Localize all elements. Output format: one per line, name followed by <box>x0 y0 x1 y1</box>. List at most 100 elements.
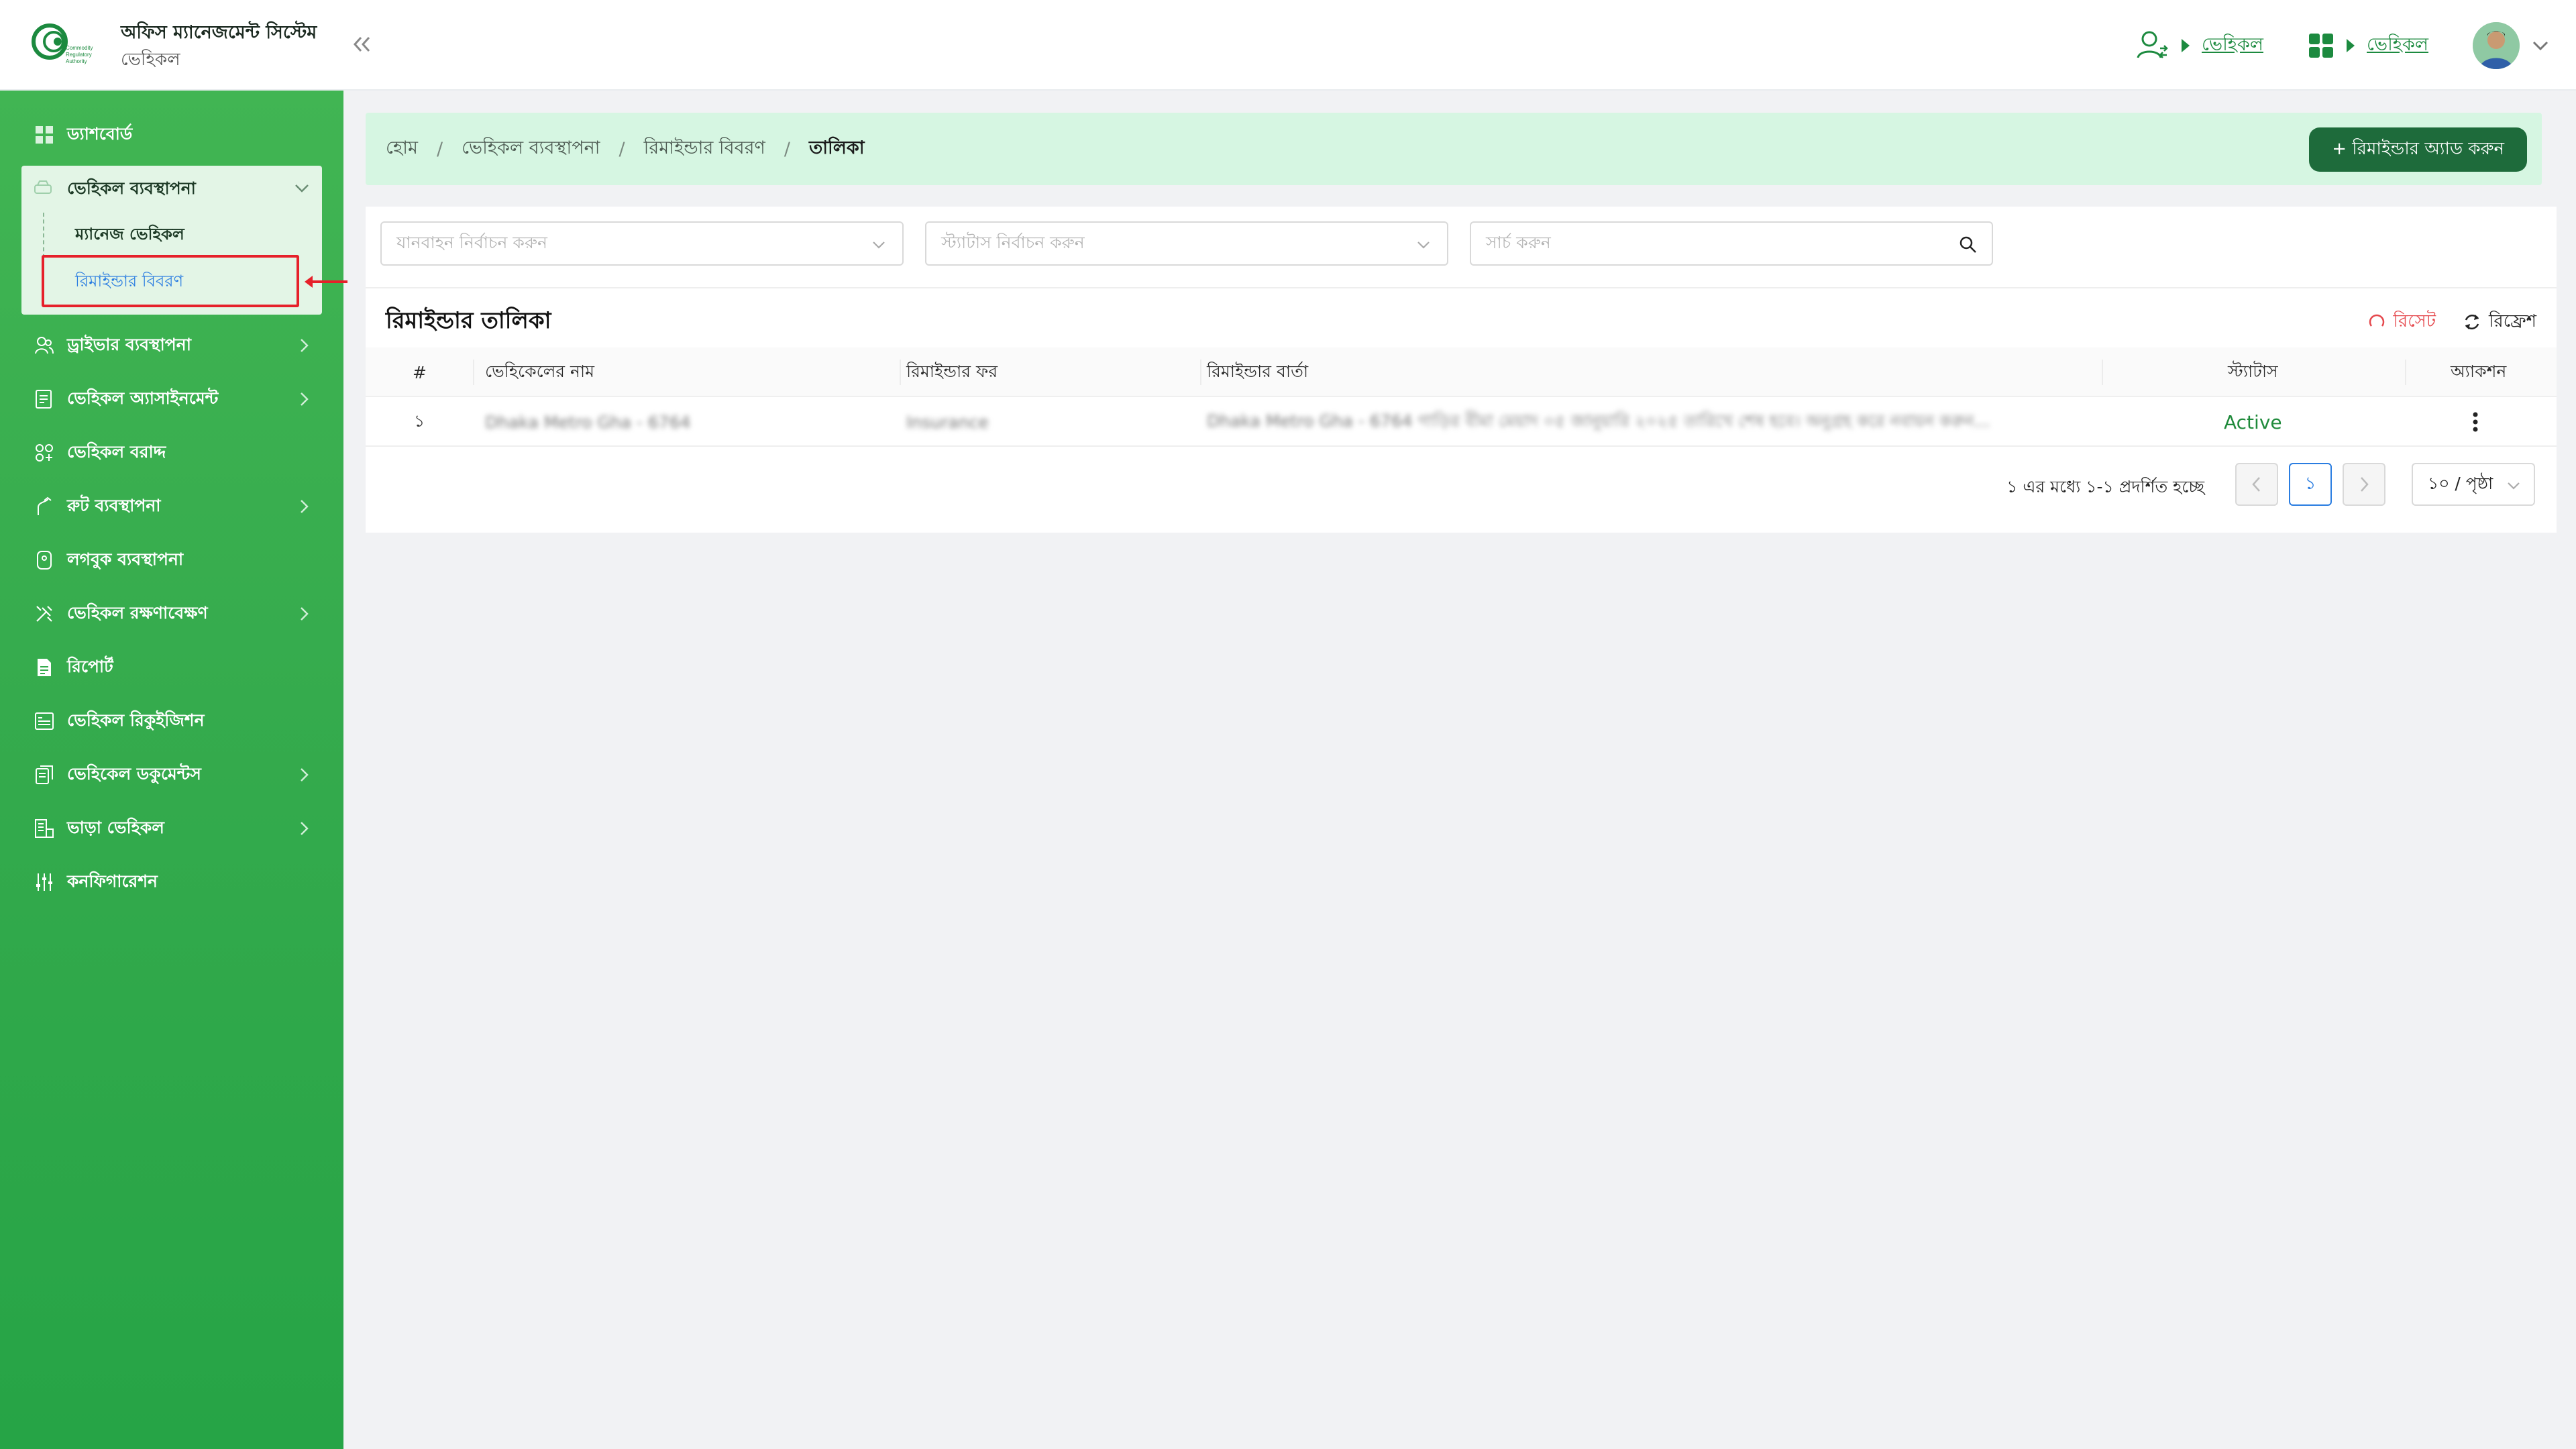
sidebar-item-vehicle-documents[interactable]: ভেহিকেল ডকুমেন্টস <box>20 752 323 798</box>
sidebar-item-driver-management[interactable]: ড্রাইভার ব্যবস্থাপনা <box>20 323 323 368</box>
header-link-vehicle-1[interactable]: ভেহিকল <box>2202 31 2263 61</box>
logo-icon: Commodity Regulatory Authority <box>32 23 93 64</box>
refresh-icon <box>2465 314 2479 330</box>
sidebar-item-label: ভাড়া ভেহিকল <box>67 817 164 837</box>
search-icon[interactable] <box>1958 235 1978 255</box>
sidebar-item-vehicle-allocation[interactable]: ভেহিকল বরাদ্দ <box>20 430 323 476</box>
filter-row: যানবাহন নির্বাচন করুন স্ট্যাটাস নির্বাচন… <box>366 207 2557 287</box>
sidebar-item-label: রুট ব্যবস্থাপনা <box>67 495 161 515</box>
reset-label: রিসেট <box>2393 311 2436 331</box>
grid-icon <box>32 123 56 147</box>
sidebar-item-rented-vehicle[interactable]: ভাড়া ভেহিকল <box>20 806 323 851</box>
sidebar-item-logbook-management[interactable]: লগবুক ব্যবস্থাপনা <box>20 537 323 583</box>
breadcrumb-separator: / <box>619 138 625 160</box>
caret-right-icon <box>2182 39 2190 52</box>
page-size-value: ১০ / পৃষ্ঠা <box>2428 473 2493 493</box>
sidebar-item-label: ভেহিকেল ডকুমেন্টস <box>67 763 201 784</box>
sidebar-item-label: ভেহিকল রিকুইজিশন <box>67 710 205 730</box>
pagination-summary: ১ এর মধ্যে ১-১ প্রদর্শিত হচ্ছে <box>2006 477 2204 496</box>
chevron-right-icon <box>301 768 309 782</box>
status-select[interactable]: স্ট্যাটাস নির্বাচন করুন <box>925 221 1448 266</box>
reset-icon <box>2369 314 2385 327</box>
chevron-right-icon <box>301 392 309 406</box>
chevron-left-icon <box>2252 477 2260 492</box>
logo-text-1: Commodity <box>66 45 93 51</box>
prev-page-button[interactable] <box>2235 463 2278 506</box>
sidebar-item-label: ড্রাইভার ব্যবস্থাপনা <box>67 334 191 354</box>
reset-button[interactable]: রিসেট <box>2367 307 2436 337</box>
report-icon <box>32 655 56 680</box>
column-header-vehicle-name: ভেহিকেলের নাম <box>485 361 595 381</box>
sidebar-item-label: লগবুক ব্যবস্থাপনা <box>67 549 184 569</box>
user-switch-icon[interactable] <box>2135 28 2169 63</box>
sidebar-item-label: ভেহিকল অ্যাসাইনমেন্ট <box>67 388 219 408</box>
next-page-button[interactable] <box>2343 463 2385 506</box>
sidebar-item-vehicle-maintenance[interactable]: ভেহিকল রক্ষণাবেক্ষণ <box>20 591 323 637</box>
chevron-right-icon <box>301 607 309 621</box>
app-title: অফিস ম্যানেজমেন্ট সিস্টেম <box>121 22 317 43</box>
vehicle-select-placeholder: যানবাহন নির্বাচন করুন <box>396 232 547 252</box>
column-header-index: # <box>413 362 427 382</box>
user-avatar[interactable] <box>2473 22 2520 69</box>
sidebar-item-vehicle-management[interactable]: ভেহিকল ব্যবস্থাপনা <box>21 166 322 213</box>
sidebar-item-label: কনফিগারেশন <box>67 871 158 891</box>
sliders-icon <box>32 870 56 894</box>
chevron-down-icon[interactable] <box>2532 40 2549 52</box>
add-reminder-button[interactable]: + রিমাইন্ডার অ্যাড করুন <box>2309 127 2527 172</box>
pagination: ১ এর মধ্যে ১-১ প্রদর্শিত হচ্ছে ১ ১০ / পৃ… <box>366 447 2557 527</box>
logbook-icon <box>32 548 56 572</box>
sidebar-collapse-button[interactable] <box>347 30 377 59</box>
sidebar-subitem-manage-vehicle[interactable]: ম্যানেজ ভেহিকল <box>75 222 184 249</box>
column-header-status: স্ট্যাটাস <box>2228 361 2278 381</box>
chevron-right-icon <box>301 339 309 352</box>
sidebar-item-vehicle-assignment[interactable]: ভেহিকল অ্যাসাইনমেন্ট <box>20 376 323 422</box>
sidebar-item-label: ভেহিকল ব্যবস্থাপনা <box>67 178 196 198</box>
table-row[interactable]: ১ Dhaka Metro Gha - 6764 Insurance Dhaka… <box>366 397 2557 447</box>
rent-icon <box>32 816 56 841</box>
breadcrumb-home[interactable]: হোম <box>386 134 418 164</box>
chevron-right-icon <box>2361 477 2369 492</box>
tools-icon <box>32 602 56 626</box>
sidebar-item-report[interactable]: রিপোর্ট <box>20 645 323 690</box>
page-button-1[interactable]: ১ <box>2289 463 2332 506</box>
refresh-button[interactable]: রিফ্রেশ <box>2462 307 2536 337</box>
logo-text-3: Authority <box>66 58 87 64</box>
breadcrumb-separator: / <box>784 138 790 160</box>
highlight-box <box>42 255 299 307</box>
search-placeholder: সার্চ করুন <box>1486 232 1551 252</box>
sidebar-item-vehicle-requisition[interactable]: ভেহিকল রিকুইজিশন <box>20 698 323 744</box>
status-select-placeholder: স্ট্যাটাস নির্বাচন করুন <box>941 232 1085 252</box>
vehicle-select[interactable]: যানবাহন নির্বাচন করুন <box>380 221 904 266</box>
header-link-vehicle-2[interactable]: ভেহিকল <box>2367 31 2428 61</box>
apps-grid-icon[interactable] <box>2308 32 2334 59</box>
sidebar-item-label: ড্যাশবোর্ড <box>67 123 133 144</box>
chevron-right-icon <box>301 822 309 835</box>
users-icon <box>32 333 56 358</box>
status-badge: Active <box>2224 411 2282 433</box>
sidebar-item-label: রিপোর্ট <box>67 656 113 676</box>
cell-vehicle-name: Dhaka Metro Gha - 6764 <box>485 412 691 432</box>
chevron-down-icon <box>873 241 885 249</box>
page-size-select[interactable]: ১০ / পৃষ্ঠা <box>2412 463 2535 506</box>
sidebar-item-dashboard[interactable]: ড্যাশবোর্ড <box>20 112 323 158</box>
sidebar-item-configuration[interactable]: কনফিগারেশন <box>20 859 323 905</box>
breadcrumb-vehicle-management[interactable]: ভেহিকল ব্যবস্থাপনা <box>462 134 600 164</box>
search-input[interactable]: সার্চ করুন <box>1470 221 1993 266</box>
car-icon <box>32 177 56 201</box>
top-header: Commodity Regulatory Authority অফিস ম্যা… <box>0 0 2576 91</box>
nodes-icon <box>32 441 56 465</box>
list-header: রিমাইন্ডার তালিকা রিসেট রিফ্রেশ <box>366 287 2557 349</box>
chevron-down-icon <box>1417 241 1430 249</box>
sidebar-item-label: ভেহিকল বরাদ্দ <box>67 441 166 462</box>
route-icon <box>32 494 56 519</box>
requisition-icon <box>32 709 56 733</box>
row-action-menu[interactable] <box>2472 397 2479 447</box>
list-title: রিমাইন্ডার তালিকা <box>386 307 551 334</box>
chevron-down-icon <box>2508 482 2520 490</box>
cell-index: ১ <box>414 411 425 431</box>
cell-reminder-for: Insurance <box>906 412 989 432</box>
cell-reminder-message: Dhaka Metro Gha - 6764 গাড়ির বীমা মেয়া… <box>1207 411 1990 431</box>
caret-right-icon <box>2347 39 2355 52</box>
sidebar-item-route-management[interactable]: রুট ব্যবস্থাপনা <box>20 484 323 529</box>
breadcrumb-reminder-details[interactable]: রিমাইন্ডার বিবরণ <box>644 134 765 164</box>
